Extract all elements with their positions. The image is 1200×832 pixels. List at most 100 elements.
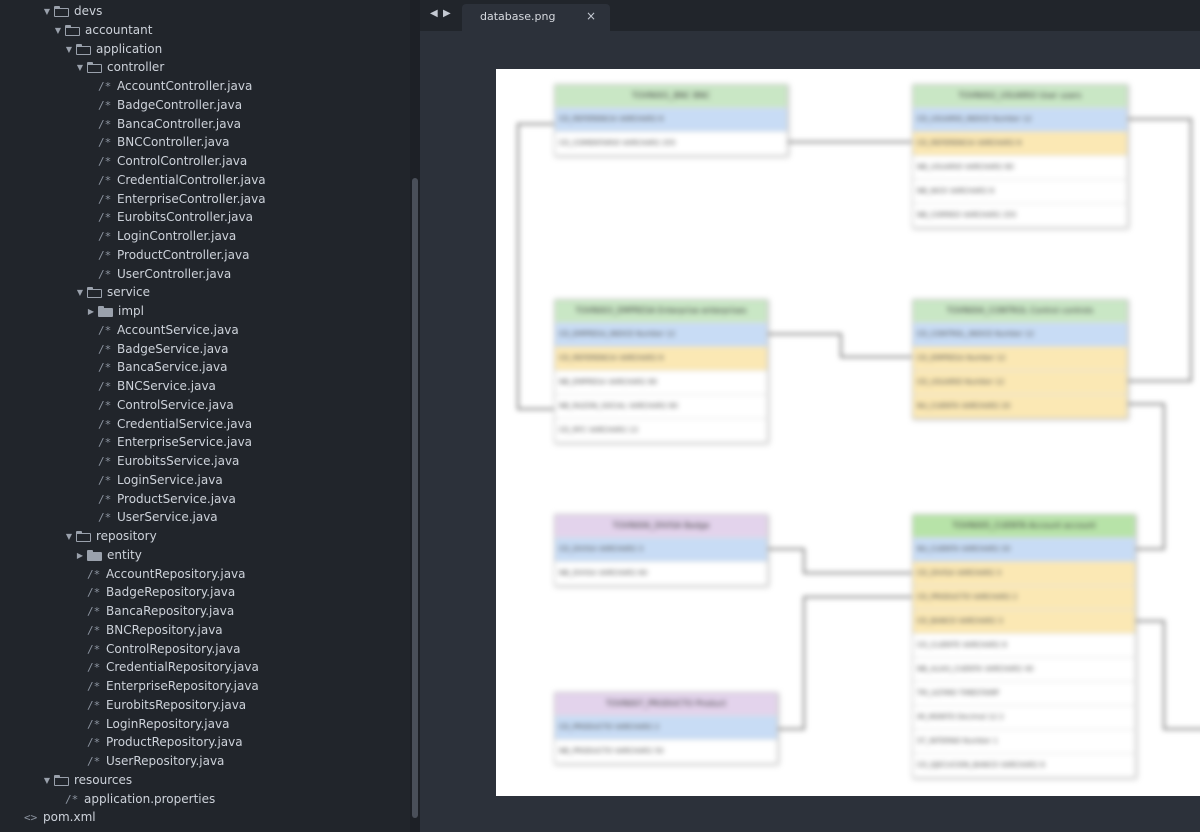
tree-item-label: BNCController.java	[117, 135, 230, 150]
diagram-table-row: CD_BANCO VARCHAR2 3	[913, 609, 1135, 633]
diagram-connector	[766, 333, 912, 358]
chevron-down-icon[interactable]: ▼	[42, 2, 52, 21]
tree-item[interactable]: /* UserService.java	[0, 508, 410, 527]
tree-item[interactable]: /* AccountController.java	[0, 77, 410, 96]
tree-item[interactable]: ▼ resources	[0, 771, 410, 790]
tree-item[interactable]: /* BNCService.java	[0, 377, 410, 396]
java-file-icon: /*	[98, 323, 112, 337]
chevron-down-icon[interactable]: ▼	[64, 40, 74, 59]
tree-item[interactable]: /* EnterpriseRepository.java	[0, 677, 410, 696]
tree-item[interactable]: /* BNCController.java	[0, 133, 410, 152]
diagram-table-row: CD_USUARIO Number 12	[913, 370, 1127, 394]
tree-item[interactable]: /* LoginService.java	[0, 471, 410, 490]
tree-item[interactable]: /* UserRepository.java	[0, 752, 410, 771]
tree-item-label: entity	[107, 547, 142, 562]
tree-item[interactable]: /* BancaRepository.java	[0, 602, 410, 621]
tab-nav-left-icon[interactable]: ◀	[430, 8, 438, 19]
tree-item-label: accountant	[85, 22, 153, 37]
tree-item[interactable]: ▼ controller	[0, 58, 410, 77]
folder-icon	[87, 549, 102, 561]
tree-item[interactable]: <> pom.xml	[0, 808, 410, 827]
tree-item[interactable]: ▶ impl	[0, 302, 410, 321]
chevron-down-icon[interactable]: ▼	[42, 771, 52, 790]
tree-item[interactable]: /* BancaController.java	[0, 115, 410, 134]
tree-item[interactable]: ▼ accountant	[0, 21, 410, 40]
tree-item[interactable]: /* EurobitsRepository.java	[0, 696, 410, 715]
diagram-connector	[776, 596, 912, 730]
tree-item[interactable]: /* CredentialService.java	[0, 415, 410, 434]
tree-item[interactable]: /* ProductRepository.java	[0, 733, 410, 752]
tree-item-label: EnterpriseController.java	[117, 191, 266, 206]
tree-item[interactable]: /* LoginController.java	[0, 227, 410, 246]
tree-item-label: impl	[118, 304, 144, 318]
tree-item[interactable]: /* ControlRepository.java	[0, 640, 410, 659]
tree-item[interactable]: /* EnterpriseController.java	[0, 190, 410, 209]
tree-item[interactable]: /* BadgeRepository.java	[0, 583, 410, 602]
tree-item-label: BadgeController.java	[117, 97, 243, 112]
tree-item[interactable]: /* CredentialController.java	[0, 171, 410, 190]
tree-item[interactable]: /* UserController.java	[0, 265, 410, 284]
diagram-table-row: CD_EMPRESA Number 12	[913, 346, 1127, 370]
diagram-table-row: CD_CLIENTE VARCHAR2 8	[913, 633, 1135, 657]
diagram-table-row: NB_NICK VARCHAR2 8	[913, 179, 1127, 203]
java-file-icon: /*	[98, 380, 112, 393]
chevron-down-icon[interactable]: ▼	[75, 283, 85, 302]
sidebar-scrollbar-thumb[interactable]	[412, 178, 418, 818]
chevron-down-icon[interactable]: ▼	[75, 58, 85, 77]
tree-item-label: BancaService.java	[117, 360, 228, 375]
tree-item[interactable]: /* AccountService.java	[0, 321, 410, 340]
tree-item[interactable]: /* ControlService.java	[0, 396, 410, 415]
tree-item[interactable]: /* EnterpriseService.java	[0, 433, 410, 452]
tree-item[interactable]: /* EurobitsService.java	[0, 452, 410, 471]
diagram-table-row: NU_CUENTA VARCHAR2 20	[913, 394, 1127, 418]
chevron-down-icon[interactable]: ▼	[53, 21, 63, 40]
diagram-table: TOVN007_PRODUCTO Product CD_PRODUCTO VARC…	[554, 692, 778, 764]
diagram-table-row: NB_DIVISA VARCHAR2 60	[555, 561, 767, 585]
tree-item-label: BNCService.java	[117, 379, 216, 393]
java-file-icon: /*	[98, 155, 112, 168]
java-file-icon: /*	[98, 211, 112, 225]
tree-item[interactable]: /* ControlController.java	[0, 152, 410, 171]
chevron-right-icon[interactable]: ▶	[86, 302, 96, 321]
tab-database-png[interactable]: database.png ×	[462, 4, 610, 31]
chevron-right-icon[interactable]: ▶	[75, 546, 85, 565]
folder-open-icon	[76, 531, 91, 542]
tree-item[interactable]: /* BadgeController.java	[0, 96, 410, 115]
tree-item-label: UserService.java	[117, 510, 218, 525]
diagram-table-row: CD_CONTROL_INDICE Number 12	[913, 322, 1127, 346]
tree-item[interactable]: ▼ devs	[0, 2, 410, 21]
tree-item[interactable]: /* AccountRepository.java	[0, 565, 410, 584]
tree-item[interactable]: ▼ application	[0, 40, 410, 59]
tree-item[interactable]: /* ProductController.java	[0, 246, 410, 265]
java-file-icon: /*	[98, 98, 112, 112]
tree-item-label: AccountRepository.java	[106, 566, 246, 581]
java-file-icon: /*	[87, 661, 101, 675]
tree-item[interactable]: ▼ service	[0, 283, 410, 302]
tree-item-label: AccountController.java	[117, 79, 253, 93]
tree-item[interactable]: /* BancaService.java	[0, 358, 410, 377]
java-file-icon: /*	[87, 586, 101, 600]
tree-item[interactable]: /* CredentialRepository.java	[0, 658, 410, 677]
diagram-table-title: TOVN001_BNC BNC	[555, 85, 787, 107]
tree-item-label: BadgeService.java	[117, 341, 229, 356]
tree-item[interactable]: /* BNCRepository.java	[0, 621, 410, 640]
java-file-icon: /*	[98, 80, 112, 93]
tab-close-icon[interactable]: ×	[586, 9, 596, 23]
tree-item[interactable]: /* BadgeService.java	[0, 340, 410, 359]
tree-item-label: LoginController.java	[117, 229, 237, 243]
diagram-table-row: IM_MONTO Decimal 12 2	[913, 705, 1135, 729]
folder-open-icon	[87, 287, 102, 299]
tree-item[interactable]: /* ProductService.java	[0, 490, 410, 509]
diagram-connector	[766, 548, 912, 574]
tree-item-label: BadgeRepository.java	[106, 585, 236, 600]
tree-item[interactable]: ▼ repository	[0, 527, 410, 546]
diagram-table-row: NU_CUENTA VARCHAR2 20	[913, 537, 1135, 561]
tree-item[interactable]: ▶ entity	[0, 546, 410, 565]
tree-item[interactable]: /* LoginRepository.java	[0, 715, 410, 734]
tree-item[interactable]: /* application.properties	[0, 790, 410, 809]
tree-item-label: BancaController.java	[117, 116, 242, 131]
chevron-down-icon[interactable]: ▼	[64, 527, 74, 546]
tree-item[interactable]: /* EurobitsController.java	[0, 208, 410, 227]
tree-item-label: resources	[74, 772, 133, 787]
tab-nav-right-icon[interactable]: ▶	[443, 8, 451, 19]
